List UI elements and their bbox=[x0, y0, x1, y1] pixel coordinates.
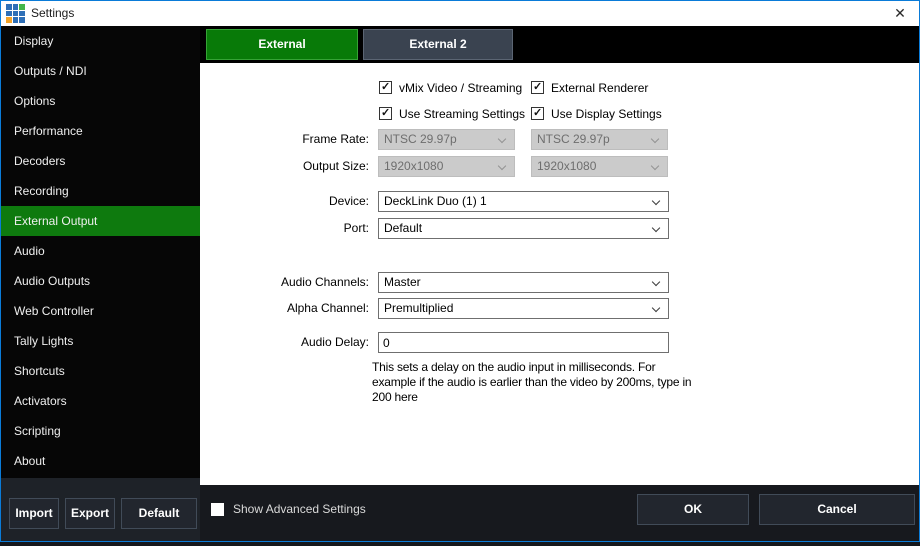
export-button[interactable]: Export bbox=[65, 498, 115, 529]
settings-window: Settings ✕ Display Outputs / NDI Options… bbox=[0, 0, 920, 542]
sidebar-item-outputs-ndi[interactable]: Outputs / NDI bbox=[1, 56, 200, 86]
external-output-panel: vMix Video / Streaming External Renderer… bbox=[200, 63, 919, 485]
audio-delay-help-text: This sets a delay on the audio input in … bbox=[372, 360, 694, 405]
checkbox-icon[interactable] bbox=[211, 503, 224, 516]
chevron-down-icon bbox=[651, 135, 659, 143]
sidebar-item-tally-lights[interactable]: Tally Lights bbox=[1, 326, 200, 356]
frame-rate-value-1: NTSC 29.97p bbox=[384, 132, 457, 146]
chevron-down-icon bbox=[651, 162, 659, 170]
sidebar-item-external-output[interactable]: External Output bbox=[1, 206, 200, 236]
sidebar-item-decoders[interactable]: Decoders bbox=[1, 146, 200, 176]
sidebar-footer: Import Export Default bbox=[1, 478, 200, 541]
sidebar: Display Outputs / NDI Options Performanc… bbox=[1, 26, 200, 478]
device-select[interactable]: DeckLink Duo (1) 1 bbox=[378, 191, 669, 212]
checkbox-label: Show Advanced Settings bbox=[233, 502, 366, 516]
alpha-channel-select[interactable]: Premultiplied bbox=[378, 298, 669, 319]
checkbox-use-streaming-settings[interactable]: Use Streaming Settings bbox=[379, 106, 525, 121]
show-advanced-settings-checkbox[interactable]: Show Advanced Settings bbox=[211, 502, 366, 516]
alpha-channel-label: Alpha Channel: bbox=[219, 298, 369, 319]
window-title: Settings bbox=[31, 6, 74, 20]
ok-button[interactable]: OK bbox=[637, 494, 749, 525]
checkbox-vmix-video-streaming[interactable]: vMix Video / Streaming bbox=[379, 80, 522, 95]
checkbox-icon[interactable] bbox=[379, 107, 392, 120]
default-button[interactable]: Default bbox=[121, 498, 197, 529]
close-icon[interactable]: ✕ bbox=[888, 3, 912, 24]
sidebar-item-audio[interactable]: Audio bbox=[1, 236, 200, 266]
port-label: Port: bbox=[219, 218, 369, 239]
checkbox-icon[interactable] bbox=[531, 107, 544, 120]
sidebar-item-recording[interactable]: Recording bbox=[1, 176, 200, 206]
output-size-select-1[interactable]: 1920x1080 bbox=[378, 156, 515, 177]
tabbar: External External 2 bbox=[200, 26, 919, 63]
chevron-down-icon bbox=[652, 304, 660, 312]
output-size-value-1: 1920x1080 bbox=[384, 159, 443, 173]
chevron-down-icon bbox=[498, 162, 506, 170]
bottom-bar: Show Advanced Settings OK Cancel bbox=[200, 485, 919, 541]
chevron-down-icon bbox=[652, 224, 660, 232]
checkbox-label: Use Streaming Settings bbox=[399, 107, 525, 121]
checkbox-use-display-settings[interactable]: Use Display Settings bbox=[531, 106, 662, 121]
alpha-channel-value: Premultiplied bbox=[384, 301, 453, 315]
chevron-down-icon bbox=[652, 197, 660, 205]
vmix-logo-icon bbox=[6, 4, 25, 23]
tab-external-2[interactable]: External 2 bbox=[363, 29, 513, 60]
audio-delay-label: Audio Delay: bbox=[219, 332, 369, 353]
sidebar-item-activators[interactable]: Activators bbox=[1, 386, 200, 416]
frame-rate-select-1[interactable]: NTSC 29.97p bbox=[378, 129, 515, 150]
chevron-down-icon bbox=[652, 278, 660, 286]
tab-external[interactable]: External bbox=[206, 29, 358, 60]
checkbox-label: External Renderer bbox=[551, 81, 648, 95]
sidebar-item-audio-outputs[interactable]: Audio Outputs bbox=[1, 266, 200, 296]
output-size-select-2[interactable]: 1920x1080 bbox=[531, 156, 668, 177]
device-label: Device: bbox=[219, 191, 369, 212]
sidebar-item-scripting[interactable]: Scripting bbox=[1, 416, 200, 446]
import-button[interactable]: Import bbox=[9, 498, 59, 529]
sidebar-item-options[interactable]: Options bbox=[1, 86, 200, 116]
checkbox-icon[interactable] bbox=[531, 81, 544, 94]
audio-channels-select[interactable]: Master bbox=[378, 272, 669, 293]
output-size-value-2: 1920x1080 bbox=[537, 159, 596, 173]
sidebar-item-about[interactable]: About bbox=[1, 446, 200, 476]
checkbox-icon[interactable] bbox=[379, 81, 392, 94]
port-value: Default bbox=[384, 221, 422, 235]
frame-rate-value-2: NTSC 29.97p bbox=[537, 132, 610, 146]
screen: Settings ✕ Display Outputs / NDI Options… bbox=[0, 0, 920, 546]
frame-rate-select-2[interactable]: NTSC 29.97p bbox=[531, 129, 668, 150]
output-size-label: Output Size: bbox=[219, 156, 369, 177]
cancel-button[interactable]: Cancel bbox=[759, 494, 915, 525]
checkbox-external-renderer[interactable]: External Renderer bbox=[531, 80, 648, 95]
frame-rate-label: Frame Rate: bbox=[219, 129, 369, 150]
titlebar: Settings ✕ bbox=[1, 1, 919, 26]
checkbox-label: Use Display Settings bbox=[551, 107, 662, 121]
sidebar-item-web-controller[interactable]: Web Controller bbox=[1, 296, 200, 326]
checkbox-label: vMix Video / Streaming bbox=[399, 81, 522, 95]
sidebar-item-display[interactable]: Display bbox=[1, 26, 200, 56]
device-value: DeckLink Duo (1) 1 bbox=[384, 194, 487, 208]
audio-channels-value: Master bbox=[384, 275, 421, 289]
audio-delay-input[interactable] bbox=[378, 332, 669, 353]
port-select[interactable]: Default bbox=[378, 218, 669, 239]
chevron-down-icon bbox=[498, 135, 506, 143]
sidebar-item-performance[interactable]: Performance bbox=[1, 116, 200, 146]
audio-channels-label: Audio Channels: bbox=[219, 272, 369, 293]
sidebar-item-shortcuts[interactable]: Shortcuts bbox=[1, 356, 200, 386]
